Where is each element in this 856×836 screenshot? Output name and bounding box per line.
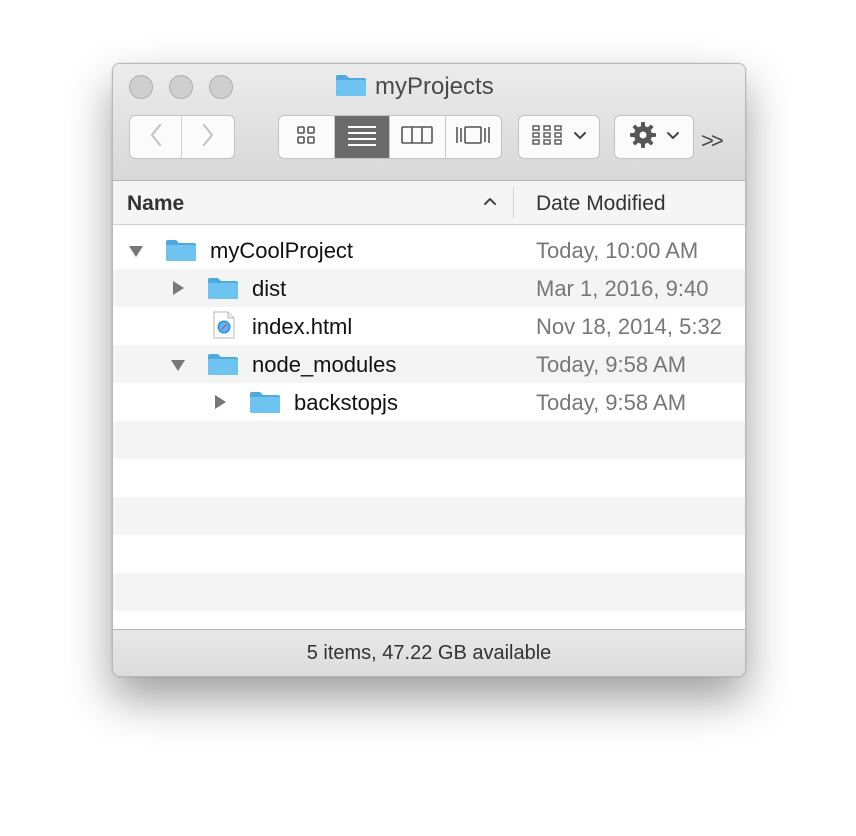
list-stripe <box>113 459 745 497</box>
column-divider[interactable] <box>513 187 514 219</box>
file-date: Today, 9:58 AM <box>536 352 687 377</box>
cover-flow-view-icon <box>455 124 491 151</box>
list-stripe <box>113 535 745 573</box>
file-list: myCoolProject Today, 10:00 AM dist Mar 1, 2… <box>113 231 745 630</box>
file-row[interactable]: backstopjs Today, 9:58 AM <box>113 383 745 421</box>
file-row[interactable]: dist Mar 1, 2016, 9:40 <box>113 269 745 307</box>
window-title-text: myProjects <box>375 73 494 100</box>
file-name: myCoolProject <box>210 238 354 263</box>
action-button[interactable] <box>614 115 694 159</box>
file-date: Nov 18, 2014, 5:32 <box>536 314 722 339</box>
list-stripe <box>113 611 745 630</box>
column-date-header[interactable]: Date Modified <box>536 192 666 216</box>
file-name: node_modules <box>252 352 397 377</box>
gear-icon <box>628 120 658 155</box>
view-mode-control <box>278 115 502 159</box>
disclosure-collapsed-icon[interactable] <box>213 394 227 415</box>
column-header: Name Date Modified <box>113 181 745 225</box>
file-row[interactable]: index.html Nov 18, 2014, 5:32 <box>113 307 745 345</box>
file-date: Today, 9:58 AM <box>536 390 687 415</box>
cover-flow-view-button[interactable] <box>446 116 502 158</box>
toolbar: myProjects >> <box>113 64 745 181</box>
zoom-button[interactable] <box>209 75 233 99</box>
list-view-icon <box>347 124 377 151</box>
arrange-button[interactable] <box>518 115 600 159</box>
chevron-up-icon <box>483 194 497 212</box>
disclosure-expanded-icon[interactable] <box>128 244 144 263</box>
file-name: index.html <box>252 314 353 339</box>
column-view-button[interactable] <box>390 116 446 158</box>
disclosure-expanded-icon[interactable] <box>170 358 186 377</box>
file-date: Mar 1, 2016, 9:40 <box>536 276 709 301</box>
chevron-left-icon <box>149 123 163 152</box>
toolbar-overflow-button[interactable]: >> <box>701 128 724 154</box>
window-title: myProjects <box>335 72 494 102</box>
list-view-button[interactable] <box>334 116 390 158</box>
status-bar: 5 items, 47.22 GB available <box>113 629 745 676</box>
nav-buttons <box>129 115 235 159</box>
forward-button[interactable] <box>182 116 234 158</box>
finder-window: myProjects >> Name Date Modified myCoolP… <box>112 63 746 677</box>
file-date: Today, 10:00 AM <box>536 238 699 263</box>
file-row[interactable]: myCoolProject Today, 10:00 AM <box>113 231 745 269</box>
html-file-icon <box>207 311 239 344</box>
column-view-icon <box>401 124 434 151</box>
chevron-down-icon <box>666 128 680 146</box>
minimize-button[interactable] <box>169 75 193 99</box>
back-button[interactable] <box>130 116 183 158</box>
disclosure-collapsed-icon[interactable] <box>171 280 185 301</box>
folder-icon <box>335 73 367 102</box>
chevron-right-icon <box>201 123 215 152</box>
column-name-header[interactable]: Name <box>127 192 184 216</box>
file-row[interactable]: node_modules Today, 9:58 AM <box>113 345 745 383</box>
list-stripe <box>113 421 745 459</box>
folder-icon <box>165 238 197 267</box>
icon-view-icon <box>295 124 317 151</box>
file-name: backstopjs <box>294 390 398 415</box>
status-text: 5 items, 47.22 GB available <box>306 642 552 664</box>
chevron-down-icon <box>573 128 587 146</box>
icon-view-button[interactable] <box>279 116 335 158</box>
list-stripe <box>113 497 745 535</box>
folder-icon <box>249 390 281 419</box>
close-button[interactable] <box>129 75 153 99</box>
list-stripe <box>113 573 745 611</box>
folder-icon <box>207 352 239 381</box>
arrange-grid-icon <box>531 123 563 152</box>
folder-icon <box>207 276 239 305</box>
file-name: dist <box>252 276 287 301</box>
